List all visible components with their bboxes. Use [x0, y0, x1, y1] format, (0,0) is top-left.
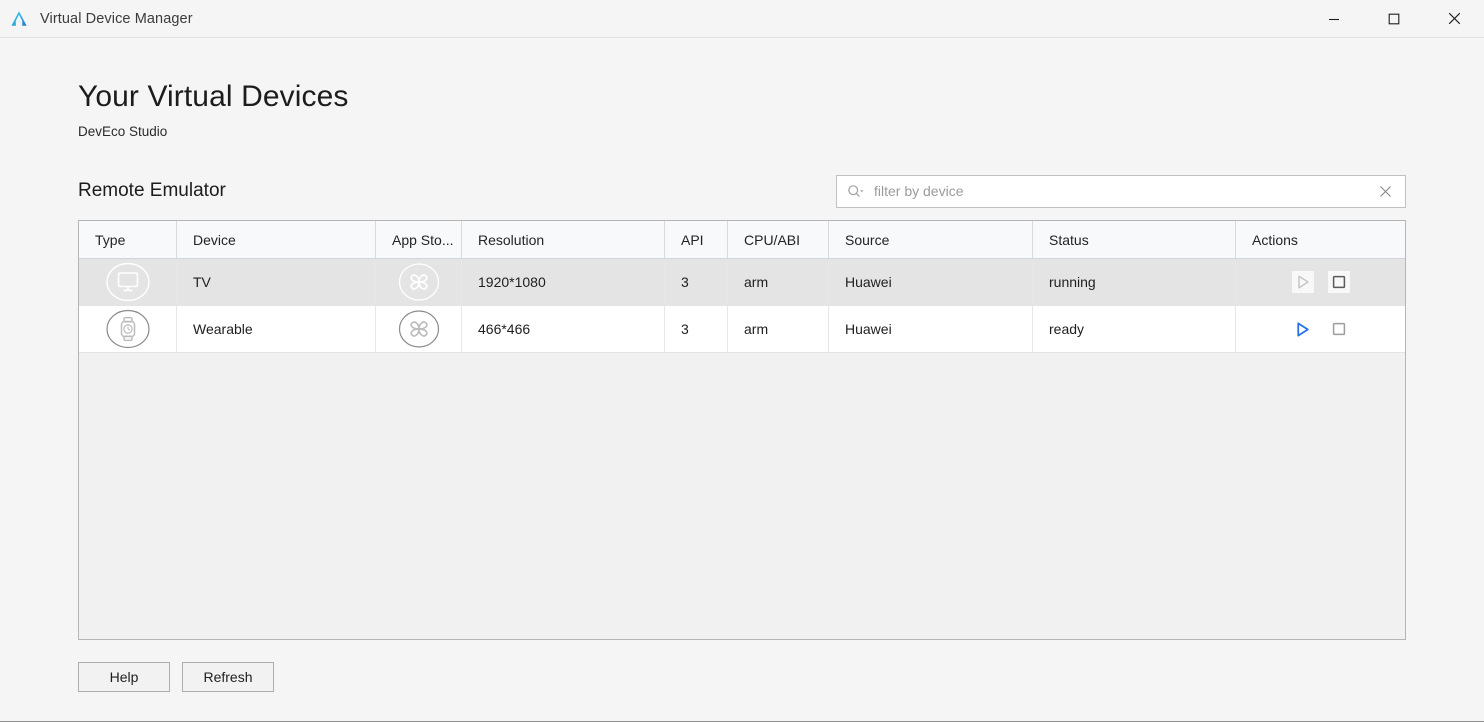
minimize-icon: [1329, 18, 1339, 20]
table-row[interactable]: TV 1920*1080 3 arm Huawei running: [79, 259, 1405, 306]
cpu-abi-cell: arm: [728, 259, 829, 305]
maximize-button[interactable]: [1364, 0, 1424, 37]
api-cell: 3: [665, 259, 728, 305]
play-icon: [1297, 275, 1309, 289]
column-header-app-store[interactable]: App Sto...: [376, 221, 462, 258]
close-icon: [1448, 12, 1460, 25]
column-header-actions[interactable]: Actions: [1236, 221, 1405, 258]
actions-cell: [1236, 259, 1405, 305]
status-cell: running: [1033, 259, 1236, 305]
main-content: Your Virtual Devices DevEco Studio Remot…: [0, 38, 1484, 721]
stop-button[interactable]: [1327, 271, 1350, 293]
window-title: Virtual Device Manager: [40, 10, 193, 27]
play-button[interactable]: [1291, 271, 1314, 293]
search-magnifier-icon: [848, 184, 864, 197]
deveco-triangle-icon: [11, 10, 27, 26]
minimize-button[interactable]: [1304, 0, 1364, 37]
close-button[interactable]: [1424, 0, 1484, 37]
close-icon: [1379, 185, 1391, 197]
resolution-cell: 1920*1080: [462, 259, 665, 305]
device-type-cell: [79, 259, 177, 305]
app-store-cell: [376, 306, 462, 352]
devices-table: Type Device App Sto... Resolution API CP…: [78, 220, 1406, 640]
play-button[interactable]: [1292, 318, 1314, 340]
resolution-cell: 466*466: [462, 306, 665, 352]
refresh-button[interactable]: Refresh: [182, 662, 274, 692]
stop-icon: [1332, 275, 1345, 289]
section-header-row: Remote Emulator: [78, 173, 1406, 209]
actions-cell: [1236, 306, 1405, 352]
device-name-cell: Wearable: [177, 306, 376, 352]
column-header-status[interactable]: Status: [1033, 221, 1236, 258]
column-header-cpu-abi[interactable]: CPU/ABI: [728, 221, 829, 258]
table-empty-area: [79, 353, 1405, 639]
search-input[interactable]: [874, 183, 1375, 199]
page-title: Your Virtual Devices: [78, 80, 349, 113]
app-store-flower-icon: [398, 310, 439, 348]
status-cell: ready: [1033, 306, 1236, 352]
column-header-api[interactable]: API: [665, 221, 728, 258]
device-name-cell: TV: [177, 259, 376, 305]
column-header-device[interactable]: Device: [177, 221, 376, 258]
api-cell: 3: [665, 306, 728, 352]
watch-icon: [105, 309, 150, 349]
stop-icon: [1332, 322, 1345, 336]
table-header-row: Type Device App Sto... Resolution API CP…: [79, 221, 1405, 259]
page-subtitle: DevEco Studio: [78, 124, 168, 139]
play-icon: [1297, 321, 1309, 337]
title-bar: Virtual Device Manager: [0, 0, 1484, 38]
column-header-source[interactable]: Source: [829, 221, 1033, 258]
section-title: Remote Emulator: [78, 180, 226, 201]
footer-buttons: Help Refresh: [78, 662, 1406, 692]
source-cell: Huawei: [829, 306, 1033, 352]
cpu-abi-cell: arm: [728, 306, 829, 352]
filter-search-box[interactable]: [836, 174, 1406, 208]
app-store-cell: [376, 259, 462, 305]
help-button[interactable]: Help: [78, 662, 170, 692]
virtual-device-manager-window: Virtual Device Manager Your Virtual Devi…: [0, 0, 1484, 722]
column-header-type[interactable]: Type: [79, 221, 177, 258]
clear-search-button[interactable]: [1375, 181, 1395, 201]
search-icon[interactable]: [847, 184, 864, 199]
column-header-resolution[interactable]: Resolution: [462, 221, 665, 258]
table-row[interactable]: Wearable 466*466 3 arm Huawei ready: [79, 306, 1405, 353]
app-store-flower-icon: [398, 263, 439, 301]
device-type-cell: [79, 306, 177, 352]
tv-icon: [105, 262, 150, 302]
stop-button[interactable]: [1328, 318, 1350, 340]
source-cell: Huawei: [829, 259, 1033, 305]
maximize-icon: [1388, 13, 1400, 24]
window-controls: [1304, 0, 1484, 37]
